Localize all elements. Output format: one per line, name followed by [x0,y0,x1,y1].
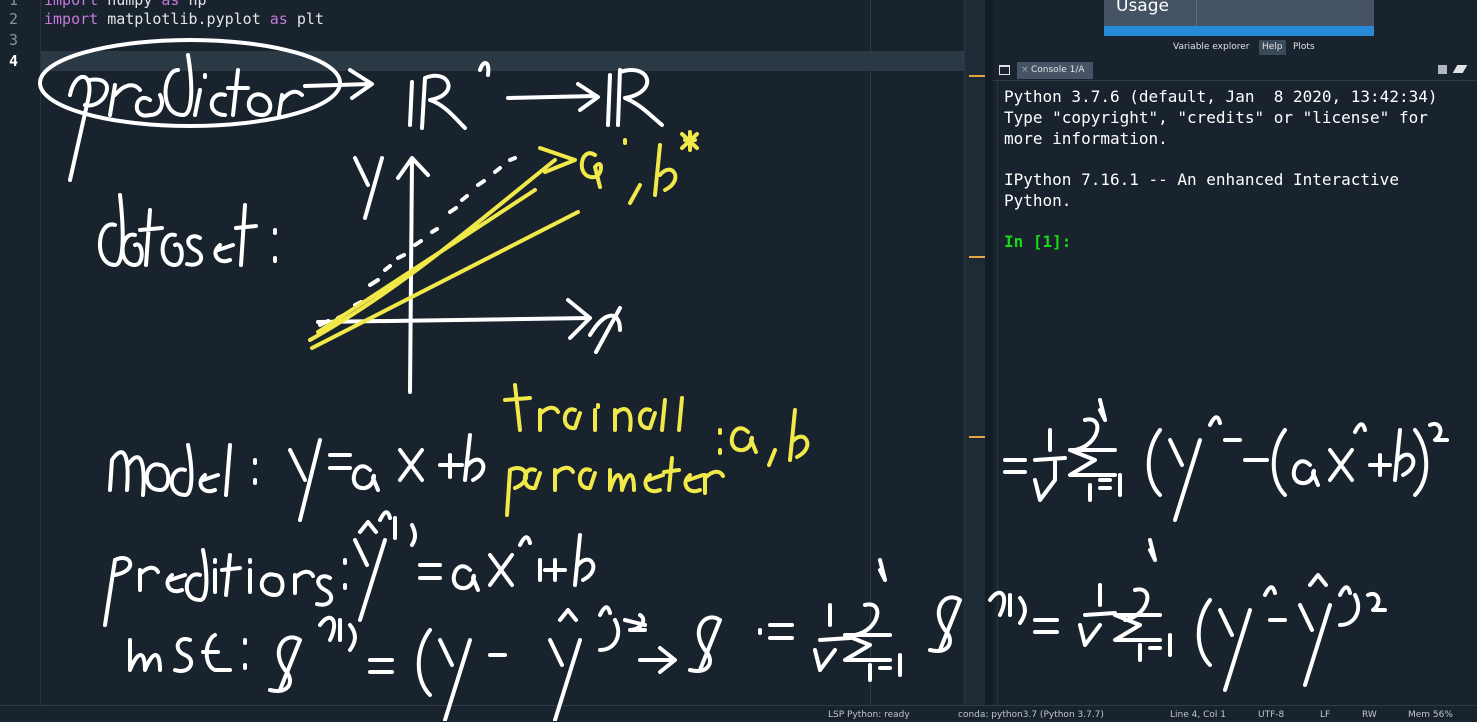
status-permissions: RW [1362,710,1377,720]
console-line: Python 3.7.6 (default, Jan 8 2020, 13:42… [1004,87,1438,106]
code-editor[interactable]: 1 2 3 4 import numpy as np import matplo… [0,0,986,705]
keyword: import [44,0,99,9]
status-cursor-position: Line 4, Col 1 [1170,710,1226,720]
usage-label: Usage [1116,0,1169,16]
line-number-current: 4 [8,52,18,70]
tab-help[interactable]: Help [1259,40,1286,55]
code-text: np [179,0,207,9]
keyword: as [161,0,180,9]
edge-line [870,0,871,705]
tab-plots[interactable]: Plots [1290,40,1318,55]
code-text: numpy [98,0,162,9]
tab-variable-explorer[interactable]: Variable explorer [1170,40,1253,55]
help-usage-header: Usage [1104,0,1374,36]
line-number-gutter: 1 2 3 4 [0,0,41,705]
scroll-marker [969,436,985,438]
close-icon[interactable]: × [1021,62,1029,79]
scroll-marker [969,75,985,77]
code-text: plt [287,10,324,28]
editor-scrollbar[interactable] [964,0,986,705]
keyword: import [44,10,99,28]
console-line: Type "copyright", "credits" or "license"… [1004,108,1428,127]
status-eol: LF [1320,710,1331,720]
console-line: more information. [1004,129,1168,148]
code-text: matplotlib.pyplot [98,10,270,28]
console-line: IPython 7.16.1 -- An enhanced Interactiv… [1004,170,1399,189]
line-number: 2 [8,10,18,28]
status-bar: LSP Python: ready conda: python3.7 (Pyth… [0,705,1477,722]
console-tabbar: × Console 1/A [993,60,1477,81]
code-line[interactable]: import numpy as np [44,0,207,9]
scroll-marker [969,256,985,258]
status-encoding: UTF-8 [1258,710,1285,720]
pane-splitter[interactable] [985,0,993,705]
stop-icon[interactable] [1438,65,1447,74]
window-icon[interactable] [999,65,1010,75]
line-number: 1 [8,0,18,9]
tab-console[interactable]: × Console 1/A [1017,62,1093,79]
status-lsp: LSP Python: ready [828,710,910,720]
console-prompt[interactable]: In [1]: [1004,232,1071,251]
status-memory: Mem 56% [1408,710,1453,720]
current-line-highlight [41,51,964,71]
clear-console-icon[interactable] [1452,65,1468,73]
status-conda: conda: python3.7 (Python 3.7.7) [958,710,1104,720]
divider [1196,0,1197,26]
code-line[interactable]: import matplotlib.pyplot as plt [44,10,324,28]
console-tab-label: Console 1/A [1031,65,1085,75]
keyword: as [269,10,288,28]
ipython-console[interactable]: Python 3.7.6 (default, Jan 8 2020, 13:42… [997,81,1477,705]
console-line: Python. [1004,191,1072,210]
line-number: 3 [8,31,18,49]
